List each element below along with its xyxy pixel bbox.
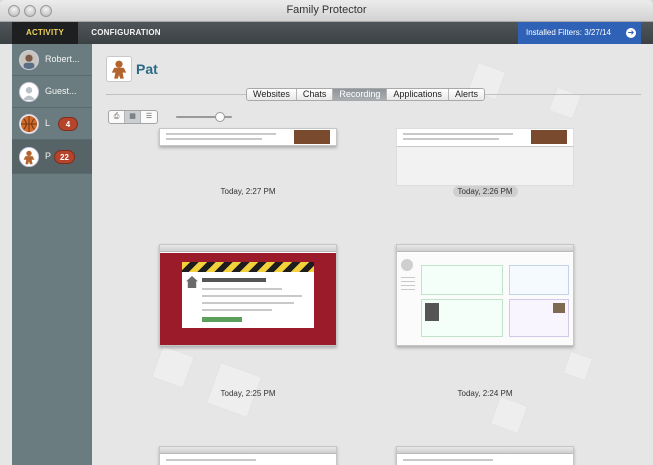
browser-toolbar <box>160 245 336 252</box>
recording-time: Today, 2:27 PM <box>220 187 276 196</box>
sidebar-user-p[interactable]: P 22 <box>12 140 98 174</box>
print-icon[interactable]: ⎙ <box>109 111 125 123</box>
user-sidebar: Robert... Guest... L 4 P 22 <box>12 44 98 465</box>
view-mode-toggle: ⎙ ▦ ☰ <box>108 110 158 124</box>
recording-thumbnail[interactable] <box>396 128 574 186</box>
photo-avatar <box>19 50 39 70</box>
app-window: Family Protector ACTIVITY CONFIGURATION … <box>0 0 653 465</box>
tab-websites[interactable]: Websites <box>247 89 297 100</box>
profile-name: Pat <box>136 61 158 77</box>
list-view-icon[interactable]: ☰ <box>141 111 157 123</box>
tab-chats[interactable]: Chats <box>296 89 334 100</box>
title-bar: Family Protector <box>0 0 653 22</box>
recording-thumbnail[interactable] <box>159 446 337 465</box>
recording-thumbnail[interactable] <box>159 128 337 146</box>
tab-alerts[interactable]: Alerts <box>448 89 484 100</box>
background-cube <box>562 350 594 382</box>
recording-time: Today, 2:24 PM <box>457 389 513 398</box>
section-tabs: Websites Chats Recording Applications Al… <box>246 88 485 101</box>
gingerbread-icon <box>106 56 132 82</box>
recording-time: Today, 2:25 PM <box>220 389 276 398</box>
tab-applications[interactable]: Applications <box>387 89 449 100</box>
recording-thumbnail[interactable] <box>396 446 574 465</box>
thumbnail-size-slider[interactable] <box>176 112 232 122</box>
background-cube <box>489 395 529 435</box>
main-content: Pat Websites Chats Recording Application… <box>92 44 641 465</box>
background-cube <box>548 86 582 120</box>
sidebar-user-label: Robert... <box>45 54 80 64</box>
gingerbread-icon <box>19 147 39 167</box>
window-title: Family Protector <box>286 4 367 16</box>
browser-toolbar <box>397 245 573 252</box>
activity-count-badge: 22 <box>54 150 75 164</box>
warning-stripes <box>182 262 314 272</box>
sidebar-user-robert[interactable]: Robert... <box>12 44 92 76</box>
person-silhouette-icon <box>19 82 39 102</box>
basketball-icon <box>19 114 39 134</box>
tab-configuration[interactable]: CONFIGURATION <box>84 22 168 44</box>
slider-knob[interactable] <box>215 112 226 122</box>
recording-thumbnail[interactable] <box>159 244 337 346</box>
wikipedia-page-preview <box>397 253 573 345</box>
installed-filters-label: Installed Filters: 3/27/14 <box>526 28 611 37</box>
sidebar-user-label: P <box>45 151 52 161</box>
activity-count-badge: 4 <box>58 117 78 131</box>
sidebar-user-guest[interactable]: Guest... <box>12 76 92 108</box>
grid-view-icon[interactable]: ▦ <box>125 111 141 123</box>
tab-recording[interactable]: Recording <box>333 89 388 100</box>
sidebar-user-label: L <box>45 118 51 128</box>
browser-toolbar <box>160 447 336 454</box>
tab-activity[interactable]: ACTIVITY <box>12 22 78 44</box>
sidebar-user-l[interactable]: L 4 <box>12 108 92 140</box>
recording-thumbnail[interactable] <box>396 244 574 346</box>
browser-toolbar <box>397 447 573 454</box>
blocked-notice-card <box>182 272 314 328</box>
arrow-right-icon: ➜ <box>626 28 636 38</box>
installed-filters-banner[interactable]: Installed Filters: 3/27/14 ➜ <box>518 22 641 44</box>
sidebar-user-label: Guest... <box>45 86 77 96</box>
background-cube <box>151 345 195 389</box>
recording-time: Today, 2:26 PM <box>396 186 574 197</box>
